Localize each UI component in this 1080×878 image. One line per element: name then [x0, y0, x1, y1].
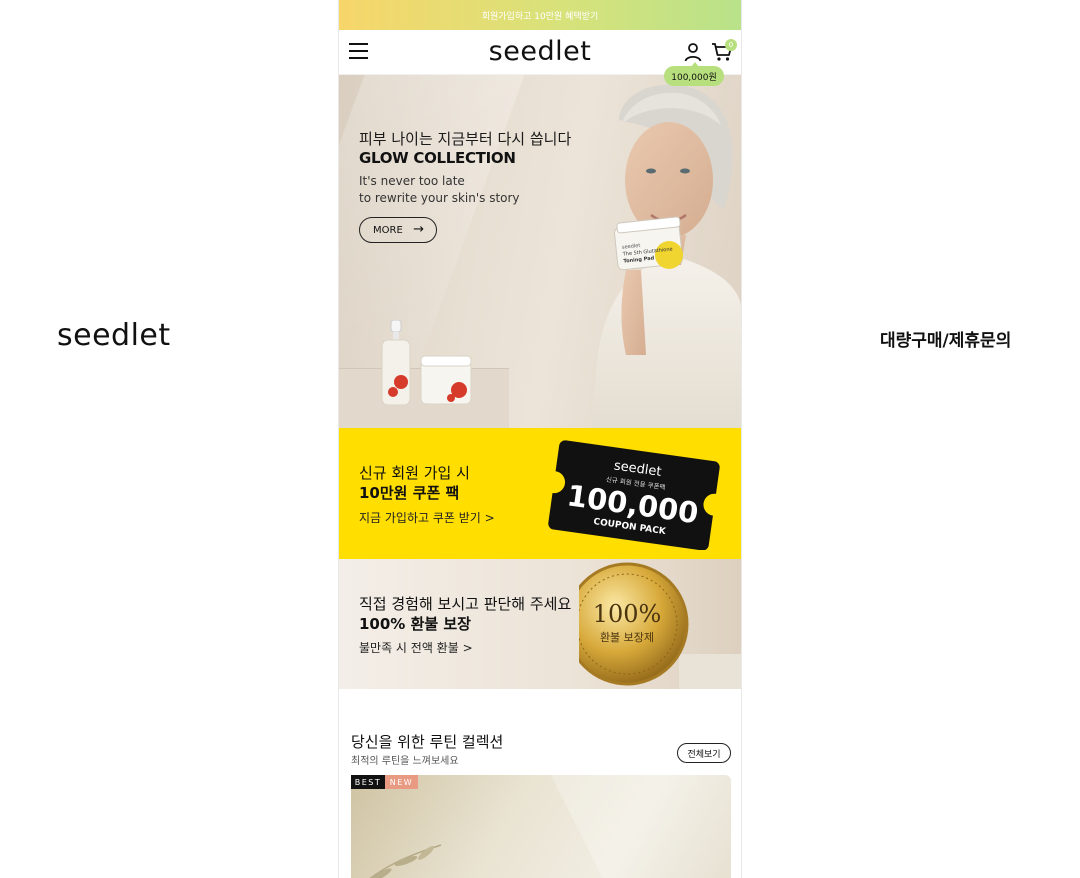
medal-percent: 100%: [593, 600, 662, 628]
routine-collection-section: 당신을 위한 루틴 컬렉션 최적의 루틴을 느껴보세요 전체보기 BEST NE…: [339, 689, 741, 878]
hero-desc-line1: It's never too late: [359, 174, 465, 188]
arrow-right-icon: →: [413, 222, 424, 237]
hero-desc-line2: to rewrite your skin's story: [359, 191, 520, 205]
coupon-signup-link[interactable]: 지금 가입하고 쿠폰 받기 >: [359, 509, 495, 526]
hero-title: GLOW COLLECTION: [359, 149, 516, 167]
routine-title: 당신을 위한 루틴 컬렉션: [351, 733, 504, 751]
coupon-line2: 10만원 쿠폰 팩: [359, 484, 460, 502]
refund-medal-image: 100% 환불 보장제: [579, 562, 741, 689]
cart-count-badge: 0: [725, 39, 737, 51]
serum-bottles-image: [381, 320, 472, 406]
signup-promo-bar[interactable]: 회원가입하고 10만원 혜택받기: [339, 0, 741, 30]
leaf-shadow-image: [369, 775, 731, 878]
routine-subtitle: 최적의 루틴을 느껴보세요: [351, 756, 459, 767]
coupon-ticket-image: seedlet 신규 회원 전용 쿠폰팩 100,000 COUPON PACK: [548, 440, 720, 550]
medal-caption: 환불 보장제: [600, 631, 654, 644]
hero-description: It's never too late to rewrite your skin…: [359, 173, 520, 207]
bulk-inquiry-link[interactable]: 대량구매/제휴문의: [880, 326, 1011, 351]
view-all-button[interactable]: 전체보기: [677, 743, 731, 763]
routine-product-image[interactable]: [351, 775, 731, 878]
brand-logo[interactable]: seedlet: [339, 36, 741, 67]
user-icon[interactable]: [683, 42, 703, 62]
refund-line1: 직접 경험해 보시고 판단해 주세요: [359, 595, 572, 613]
refund-banner[interactable]: 직접 경험해 보시고 판단해 주세요 100% 환불 보장 불만족 시 전액 환…: [339, 559, 741, 689]
cart-total-bubble: 100,000원: [664, 62, 724, 86]
signup-promo-text: 회원가입하고 10만원 혜택받기: [481, 11, 599, 22]
refund-link[interactable]: 불만족 시 전액 환불 >: [359, 639, 473, 656]
coupon-line1: 신규 회원 가입 시: [359, 464, 470, 482]
more-label: MORE: [373, 224, 403, 236]
hero-banner[interactable]: seedlet The 5th Glutathione Toning Pad 피…: [339, 75, 741, 428]
best-badge: BEST: [351, 775, 385, 789]
hero-more-button[interactable]: MORE →: [359, 217, 437, 243]
new-badge: NEW: [385, 775, 418, 789]
refund-line2: 100% 환불 보장: [359, 615, 471, 633]
coupon-banner[interactable]: 신규 회원 가입 시 10만원 쿠폰 팩 지금 가입하고 쿠폰 받기 > see…: [339, 428, 741, 559]
mobile-frame: 회원가입하고 10만원 혜택받기 seedlet 0 100,000원 seed…: [338, 0, 742, 878]
hero-subtitle: 피부 나이는 지금부터 다시 씁니다: [359, 130, 572, 148]
side-logo[interactable]: seedlet: [57, 318, 171, 353]
